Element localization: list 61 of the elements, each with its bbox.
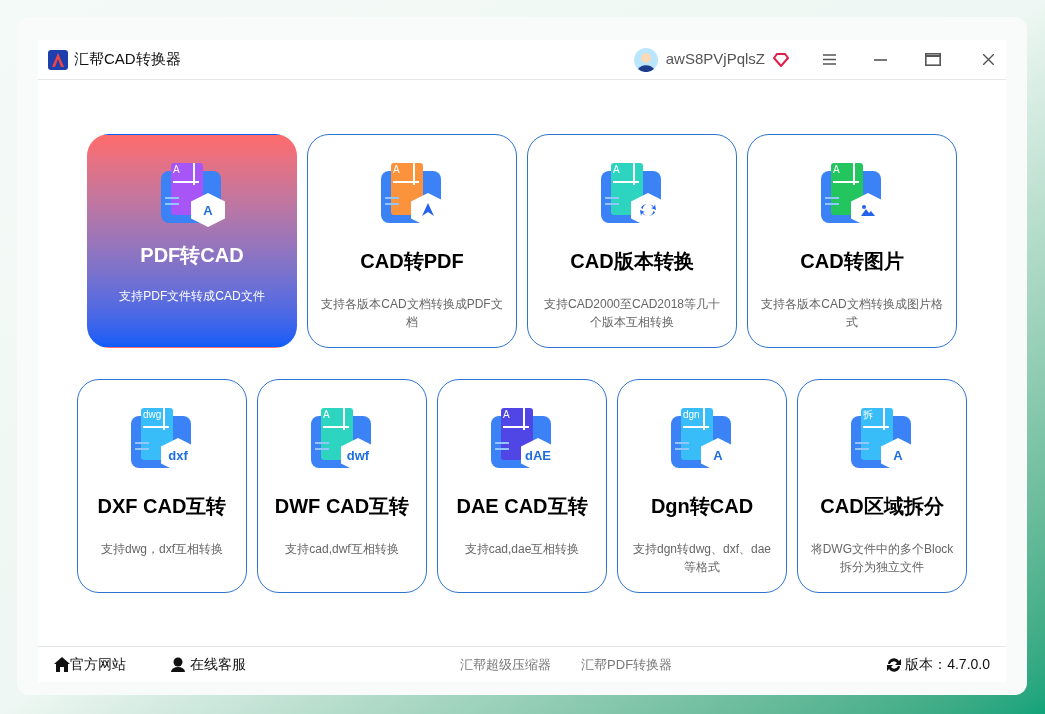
tab-label: A	[503, 410, 510, 420]
card-title: CAD区域拆分	[820, 496, 944, 516]
card-title: CAD转PDF	[360, 251, 464, 271]
badge-label: dxf	[168, 448, 188, 462]
maximize-icon[interactable]	[925, 53, 941, 66]
product-link[interactable]: 汇帮PDF转换器	[581, 654, 673, 675]
card-description: 将DWG文件中的多个Block拆分为独立文件	[810, 541, 954, 576]
tab-label: A	[833, 165, 840, 175]
support-agent-icon	[170, 657, 186, 672]
badge-label: dAE	[525, 448, 551, 462]
card-title: DWF CAD互转	[274, 496, 410, 516]
image-icon	[860, 203, 876, 217]
minimize-icon[interactable]	[874, 58, 887, 61]
converter-card[interactable]: dwg dxf DXF CAD互转 支持dwg，dxf互相转换	[77, 379, 247, 593]
window-title: 汇帮CAD转换器	[74, 49, 181, 70]
badge-label: dwf	[346, 448, 370, 462]
tab-label: A	[173, 165, 180, 175]
converter-card[interactable]: A CAD转PDF 支持各版本CAD文档转换成PDF文档	[307, 134, 517, 348]
app-logo-icon	[48, 49, 68, 70]
tab-label: 拆	[863, 410, 873, 420]
badge-label: A	[893, 448, 903, 462]
card-description: 支持各版本CAD文档转换成图片格式	[760, 296, 944, 331]
converter-card[interactable]: dgn A Dgn转CAD 支持dgn转dwg、dxf、dae等格式	[617, 379, 787, 593]
card-description: 支持cad,dwf互相转换	[285, 541, 399, 558]
converter-card[interactable]: A dAE DAE CAD互转 支持cad,dae互相转换	[437, 379, 607, 593]
footer-link[interactable]: 在线客服	[190, 654, 246, 675]
converter-card[interactable]: 拆 A CAD区域拆分 将DWG文件中的多个Block拆分为独立文件	[797, 379, 967, 593]
card-description: 支持cad,dae互相转换	[464, 541, 580, 558]
card-description: 支持dgn转dwg、dxf、dae等格式	[631, 541, 773, 576]
card-description: 支持dwg，dxf互相转换	[101, 541, 223, 558]
card-title: Dgn转CAD	[650, 496, 754, 516]
avatar-icon	[633, 47, 658, 72]
version-label: 版本：4.7.0.0	[905, 655, 990, 674]
product-link[interactable]: 汇帮超级压缩器	[460, 654, 552, 675]
converter-card[interactable]: A CAD转图片 支持各版本CAD文档转换成图片格式	[747, 134, 957, 348]
tab-label: A	[393, 165, 400, 175]
tab-label: dgn	[683, 410, 700, 420]
card-description: 支持CAD2000至CAD2018等几十个版本互相转换	[542, 296, 722, 331]
tab-label: A	[323, 410, 330, 420]
tab-label: dwg	[143, 410, 162, 420]
converter-card[interactable]: A CAD版本转换 支持CAD2000至CAD2018等几十个版本互相转换	[527, 134, 737, 348]
home-icon	[54, 657, 70, 672]
username[interactable]: awS8PVjPqlsZ	[665, 48, 765, 71]
card-title: DXF CAD互转	[97, 496, 227, 516]
close-icon[interactable]	[983, 54, 994, 65]
card-description: 支持各版本CAD文档转换成PDF文档	[320, 296, 504, 331]
menu-icon[interactable]	[823, 54, 836, 65]
converter-card[interactable]: A A PDF转CAD 支持PDF文件转成CAD文件	[87, 134, 297, 348]
card-title: CAD转图片	[800, 251, 904, 271]
footer-link[interactable]: 官方网站	[70, 654, 126, 675]
refresh-icon	[639, 202, 657, 218]
vip-diamond-icon	[773, 52, 789, 67]
card-title: CAD版本转换	[570, 251, 694, 271]
badge-label: A	[713, 448, 723, 462]
tab-label: A	[613, 165, 620, 175]
badge-label: A	[203, 203, 213, 217]
converter-card[interactable]: A dwf DWF CAD互转 支持cad,dwf互相转换	[257, 379, 427, 593]
card-title: DAE CAD互转	[456, 496, 588, 516]
card-description: 支持PDF文件转成CAD文件	[119, 288, 265, 305]
refresh-icon	[886, 656, 903, 673]
card-title: PDF转CAD	[140, 245, 244, 265]
